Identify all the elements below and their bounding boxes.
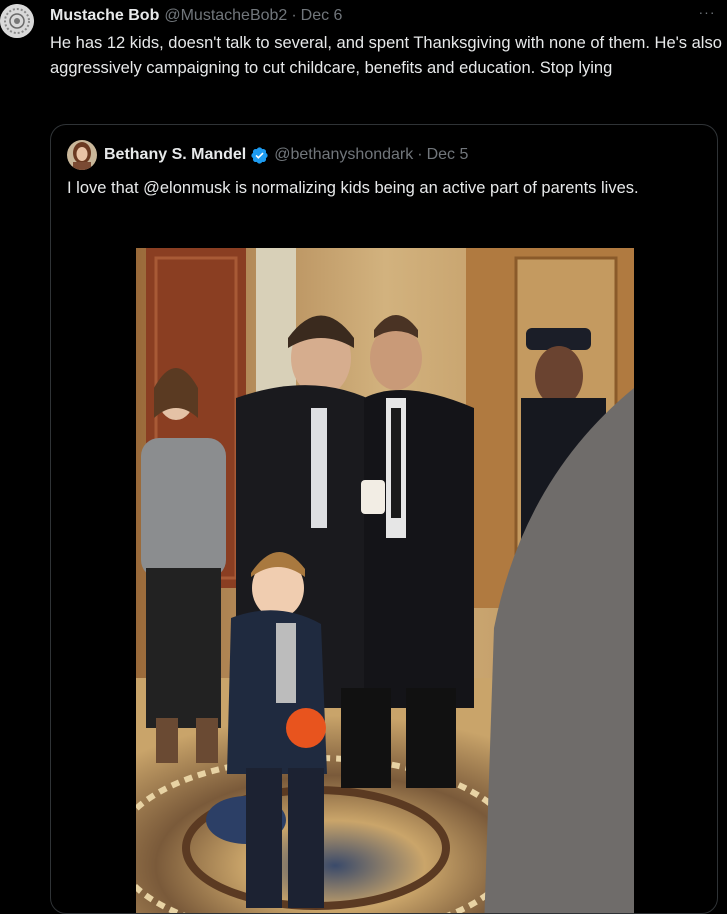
more-options-button[interactable]: ···: [694, 4, 720, 22]
attached-photo[interactable]: [136, 248, 634, 913]
header-separator: ·: [291, 7, 297, 24]
quote-author-handle[interactable]: @bethanyshondark: [274, 146, 413, 164]
tweet[interactable]: Mustache Bob @MustacheBob2 · Dec 6 ··· H…: [0, 0, 727, 914]
quoted-tweet-card[interactable]: Bethany S. Mandel @bethanyshondark · Dec…: [50, 124, 718, 914]
quote-header: Bethany S. Mandel @bethanyshondark · Dec…: [67, 140, 469, 170]
quote-text: I love that @elonmusk is normalizing kid…: [67, 179, 639, 197]
photo-orange-ball: [286, 708, 326, 748]
quote-date[interactable]: Dec 5: [427, 146, 469, 164]
quote-author-avatar[interactable]: [67, 140, 97, 170]
author-name[interactable]: Mustache Bob: [50, 7, 159, 25]
author-avatar[interactable]: [0, 4, 34, 38]
quote-author-name[interactable]: Bethany S. Mandel: [104, 146, 246, 164]
more-horizontal-icon: ···: [698, 4, 716, 20]
tweet-text: He has 12 kids, doesn't talk to several,…: [50, 34, 722, 77]
author-handle[interactable]: @MustacheBob2: [164, 7, 287, 25]
tweet-date[interactable]: Dec 6: [301, 7, 343, 25]
quote-header-separator: ·: [417, 146, 423, 163]
tweet-header: Mustache Bob @MustacheBob2 · Dec 6: [50, 5, 342, 27]
verified-badge-icon: [250, 146, 269, 165]
